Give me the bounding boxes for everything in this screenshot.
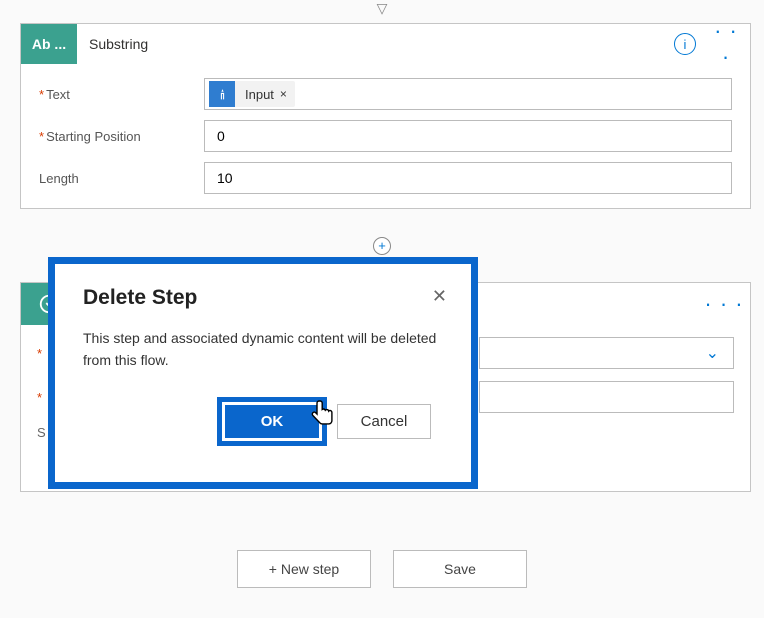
flow-arrow-top: ▽ xyxy=(377,0,388,17)
more-menu-icon[interactable]: · · · xyxy=(708,18,744,70)
dialog-title: Delete Step xyxy=(83,286,443,310)
token-remove-icon[interactable]: × xyxy=(280,87,295,101)
flow-footer: + New step Save xyxy=(0,550,764,588)
cancel-button[interactable]: Cancel xyxy=(337,404,431,439)
field-label-start: *Starting Position xyxy=(39,129,204,144)
length-input[interactable] xyxy=(204,162,732,194)
more-menu-icon-2[interactable]: · · · xyxy=(698,291,750,317)
dropdown-field[interactable]: ⌄ xyxy=(479,337,734,369)
close-icon[interactable]: ✕ xyxy=(432,286,447,307)
field-label-length: Length xyxy=(39,171,204,186)
start-position-input[interactable] xyxy=(204,120,732,152)
input-token-icon xyxy=(209,81,235,107)
text-field-2[interactable] xyxy=(479,381,734,413)
step-body: *Text Input × *Starting Position Length xyxy=(21,64,750,208)
step-substring-card: Ab ... Substring i · · · *Text Input × *… xyxy=(20,23,751,209)
new-step-button[interactable]: + New step xyxy=(237,550,371,588)
length-field[interactable] xyxy=(209,170,727,186)
string-operation-icon: Ab ... xyxy=(21,24,77,64)
ok-button-highlight: OK xyxy=(217,397,327,446)
step-header[interactable]: Ab ... Substring i · · · xyxy=(21,24,750,64)
info-icon[interactable]: i xyxy=(674,33,696,55)
token-label: Input xyxy=(235,87,280,102)
dynamic-token-input[interactable]: Input × xyxy=(209,81,295,107)
dialog-message: This step and associated dynamic content… xyxy=(83,328,443,371)
save-button[interactable]: Save xyxy=(393,550,527,588)
ok-button[interactable]: OK xyxy=(225,405,319,438)
step-title: Substring xyxy=(77,36,674,52)
add-step-icon[interactable]: + xyxy=(373,237,391,255)
text-input[interactable]: Input × xyxy=(204,78,732,110)
start-position-field[interactable] xyxy=(209,128,727,144)
field-label-text: *Text xyxy=(39,87,204,102)
delete-step-dialog: Delete Step ✕ This step and associated d… xyxy=(48,257,478,489)
chevron-down-icon: ⌄ xyxy=(706,343,719,363)
